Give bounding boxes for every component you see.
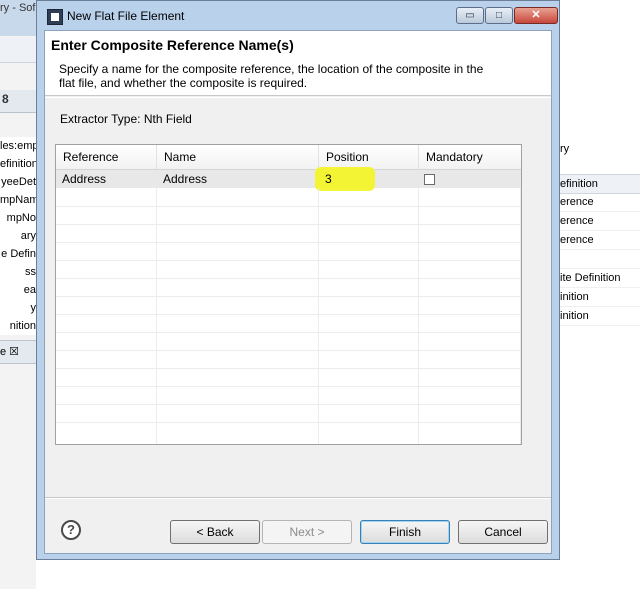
background-tree-item[interactable]: ss: [0, 263, 36, 281]
cancel-button[interactable]: Cancel: [458, 520, 548, 544]
cell-name[interactable]: Address: [157, 170, 319, 188]
cell-position[interactable]: 3: [319, 170, 419, 188]
dialog-client-area: Enter Composite Reference Name(s) Specif…: [44, 30, 552, 554]
app-icon: [47, 9, 63, 25]
row-gridline: [56, 224, 521, 225]
background-tree-item[interactable]: mpNo: [0, 209, 36, 227]
background-toolbar: [0, 38, 36, 63]
new-flat-file-element-dialog: New Flat File Element ▭ □ ✕ Enter Compos…: [36, 0, 560, 560]
row-gridline: [56, 206, 521, 207]
page-title: Enter Composite Reference Name(s): [51, 37, 294, 53]
table-header: Reference Name Position Mandatory: [56, 145, 521, 170]
column-gridline: [156, 188, 157, 444]
column-header-name[interactable]: Name: [157, 145, 319, 169]
column-header-reference[interactable]: Reference: [56, 145, 157, 169]
footer-divider-highlight: [45, 498, 551, 499]
row-gridline: [56, 404, 521, 405]
dialog-title: New Flat File Element: [67, 9, 185, 23]
row-gridline: [56, 278, 521, 279]
next-button[interactable]: Next >: [262, 520, 352, 544]
extractor-type-label: Extractor Type: Nth Field: [60, 112, 192, 126]
background-view-tab-label: 8: [2, 92, 9, 106]
minimize-button[interactable]: ▭: [456, 7, 484, 24]
dialog-titlebar[interactable]: New Flat File Element ▭ □ ✕: [37, 1, 559, 31]
background-second-view-tab[interactable]: e ☒: [0, 340, 36, 364]
background-ide-right: ry efinition erence erence erence ite De…: [560, 0, 640, 589]
background-right-item[interactable]: inition: [560, 288, 640, 307]
row-gridline: [56, 368, 521, 369]
background-right-list: erence erence erence ite Definition init…: [560, 193, 640, 326]
column-header-mandatory[interactable]: Mandatory: [419, 145, 521, 169]
background-tree-item[interactable]: ary: [0, 227, 36, 245]
row-gridline: [56, 332, 521, 333]
background-right-text: ry: [560, 143, 570, 155]
background-right-item[interactable]: inition: [560, 307, 640, 326]
finish-button[interactable]: Finish: [360, 520, 450, 544]
column-gridline: [418, 188, 419, 444]
background-tree-item[interactable]: mpNam: [0, 191, 36, 209]
row-gridline: [56, 314, 521, 315]
background-tree-item[interactable]: yeeDet: [0, 173, 36, 191]
page-description: Specify a name for the composite referen…: [59, 62, 484, 90]
mandatory-checkbox[interactable]: [424, 174, 435, 185]
background-tree-item[interactable]: efinition: [0, 155, 36, 173]
back-button[interactable]: < Back: [170, 520, 260, 544]
background-right-item[interactable]: erence: [560, 231, 640, 250]
column-gridline: [318, 188, 319, 444]
row-gridline: [56, 242, 521, 243]
column-header-position[interactable]: Position: [319, 145, 419, 169]
composite-reference-table[interactable]: Reference Name Position Mandatory Addres…: [55, 144, 522, 445]
background-ide-left: ry - Sof 8 les:emp efinition yeeDet mpNa…: [0, 0, 36, 589]
background-second-view-tab-label: e ☒: [0, 346, 20, 358]
background-tree-item[interactable]: e Defin: [0, 245, 36, 263]
header-divider: [45, 97, 551, 98]
wizard-header: Enter Composite Reference Name(s) Specif…: [45, 31, 551, 96]
column-gridline: [520, 188, 521, 444]
background-tree-item[interactable]: y: [0, 299, 37, 317]
row-gridline: [56, 296, 521, 297]
background-right-item[interactable]: [560, 250, 640, 269]
cell-reference[interactable]: Address: [56, 170, 157, 188]
row-gridline: [56, 350, 521, 351]
maximize-button[interactable]: □: [485, 7, 513, 24]
row-gridline: [56, 386, 521, 387]
background-tree: les:emp efinition yeeDet mpNam mpNo ary …: [0, 137, 36, 335]
background-right-item[interactable]: ite Definition: [560, 269, 640, 288]
background-tree-item[interactable]: ea: [0, 281, 36, 299]
background-right-item[interactable]: erence: [560, 212, 640, 231]
close-button[interactable]: ✕: [514, 7, 558, 24]
background-right-item[interactable]: erence: [560, 193, 640, 212]
row-gridline: [56, 260, 521, 261]
background-right-header: efinition: [560, 174, 640, 194]
row-gridline: [56, 422, 521, 423]
help-icon[interactable]: ?: [61, 520, 81, 540]
background-view-tab[interactable]: 8: [0, 90, 36, 113]
background-tree-item[interactable]: les:emp: [0, 137, 36, 155]
background-tree-item[interactable]: nition: [0, 317, 36, 335]
background-window-title: ry - Sof: [0, 0, 36, 36]
